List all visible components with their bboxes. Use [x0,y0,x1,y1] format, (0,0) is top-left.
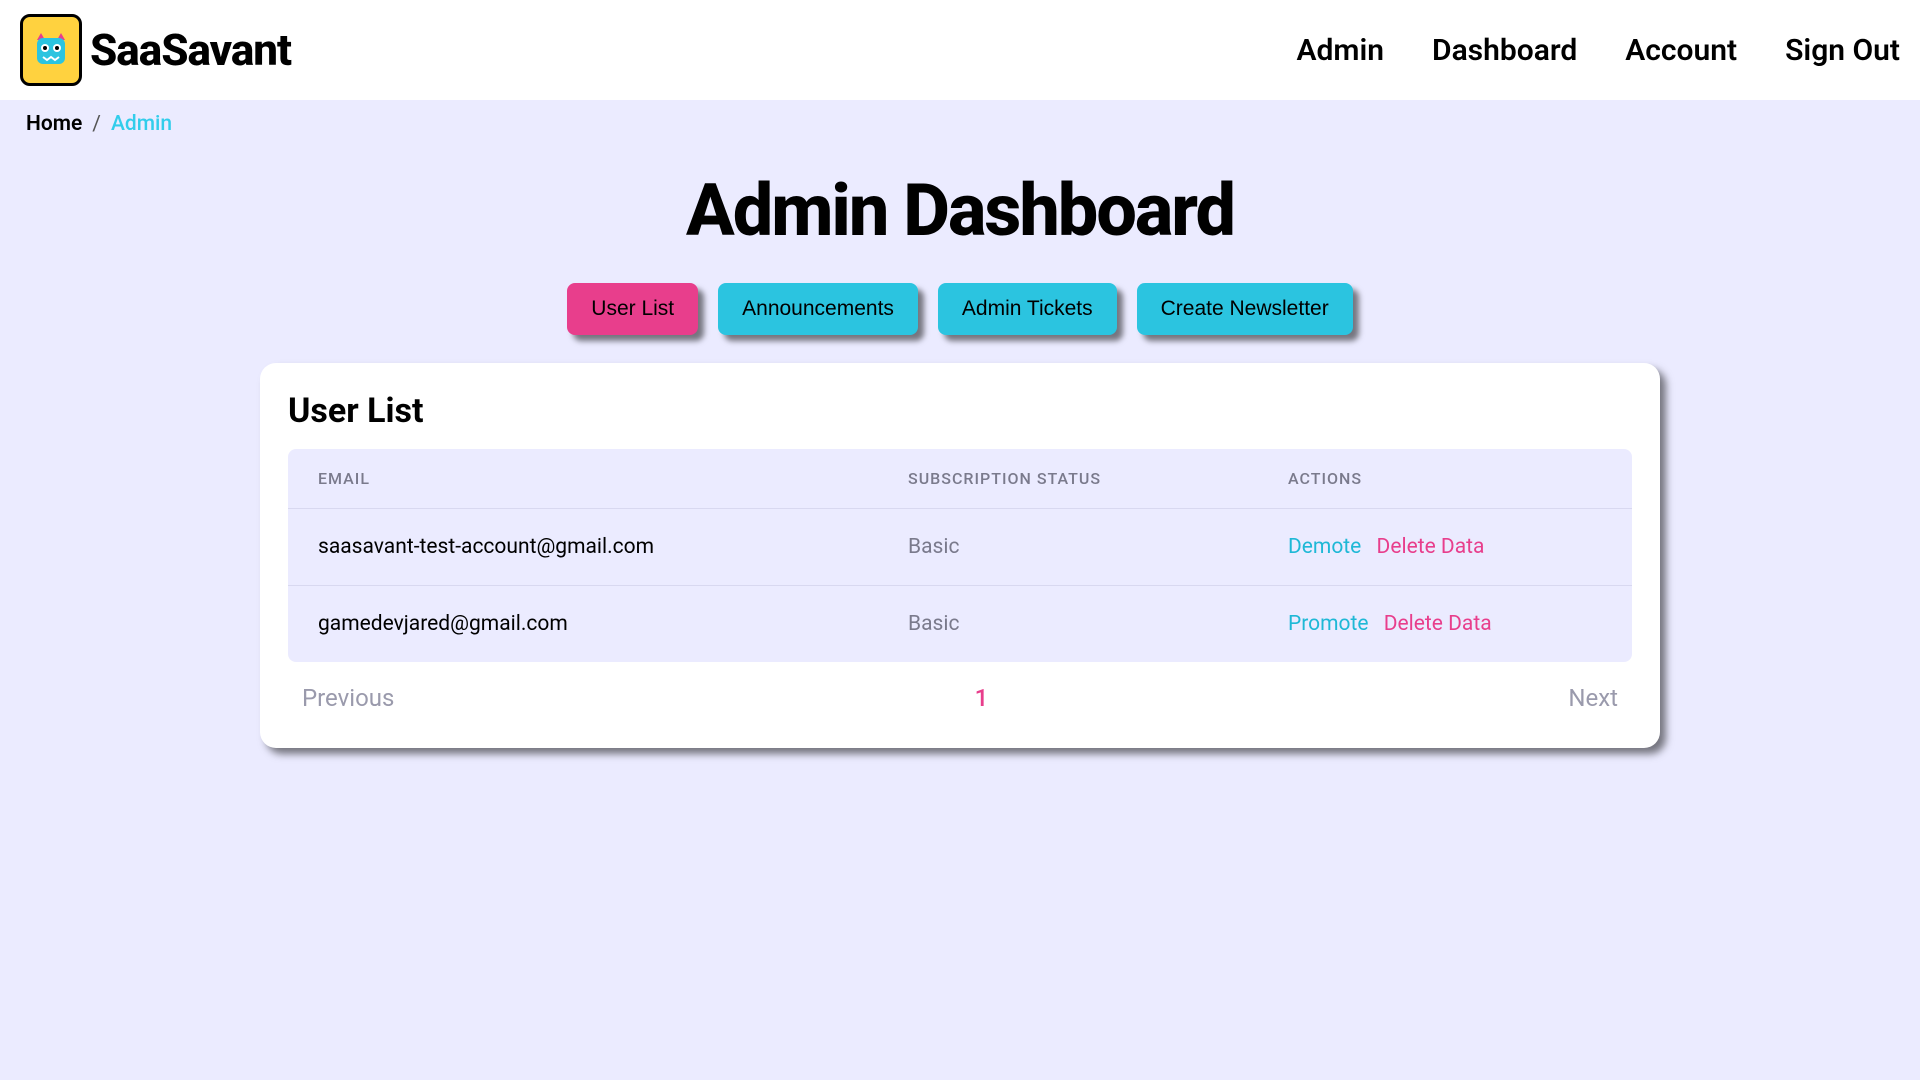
breadcrumb-home[interactable]: Home [26,112,82,136]
action-demote[interactable]: Demote [1288,535,1361,559]
logo[interactable]: SaaSavant [20,14,291,86]
cell-status: Basic [908,535,1288,559]
nav: Admin Dashboard Account Sign Out [1297,33,1901,68]
tabs: User List Announcements Admin Tickets Cr… [0,283,1920,335]
table-row: gamedevjared@gmail.com Basic Promote Del… [288,586,1632,662]
pagination-next[interactable]: Next [1568,684,1618,712]
nav-signout[interactable]: Sign Out [1785,33,1900,68]
cell-actions: Demote Delete Data [1288,535,1602,559]
cell-email: saasavant-test-account@gmail.com [318,535,908,559]
th-status: SUBSCRIPTION STATUS [908,469,1288,488]
nav-dashboard[interactable]: Dashboard [1432,33,1577,68]
cell-status: Basic [908,612,1288,636]
action-delete[interactable]: Delete Data [1377,535,1485,559]
brand-name: SaaSavant [90,24,291,76]
action-promote[interactable]: Promote [1288,612,1369,636]
breadcrumb-current: Admin [111,112,172,136]
cell-email: gamedevjared@gmail.com [318,612,908,636]
tab-announcements[interactable]: Announcements [718,283,918,335]
nav-account[interactable]: Account [1625,33,1737,68]
th-actions: ACTIONS [1288,469,1602,488]
tab-user-list[interactable]: User List [567,283,698,335]
cell-actions: Promote Delete Data [1288,612,1602,636]
pagination: Previous 1 Next [288,662,1632,720]
user-list-card: User List EMAIL SUBSCRIPTION STATUS ACTI… [260,363,1660,748]
table-row: saasavant-test-account@gmail.com Basic D… [288,509,1632,586]
th-email: EMAIL [318,469,908,488]
card-title: User List [288,391,1632,431]
tab-admin-tickets[interactable]: Admin Tickets [938,283,1117,335]
tab-create-newsletter[interactable]: Create Newsletter [1137,283,1353,335]
user-table: EMAIL SUBSCRIPTION STATUS ACTIONS saasav… [288,449,1632,662]
monster-icon [31,30,71,70]
action-delete[interactable]: Delete Data [1384,612,1492,636]
pagination-current: 1 [975,684,989,712]
breadcrumb: Home / Admin [0,100,1920,148]
header: SaaSavant Admin Dashboard Account Sign O… [0,0,1920,100]
table-header: EMAIL SUBSCRIPTION STATUS ACTIONS [288,449,1632,509]
nav-admin[interactable]: Admin [1297,33,1385,68]
page-title: Admin Dashboard [0,168,1920,253]
pagination-previous[interactable]: Previous [302,684,394,712]
breadcrumb-separator: / [92,112,101,136]
logo-icon [20,14,82,86]
